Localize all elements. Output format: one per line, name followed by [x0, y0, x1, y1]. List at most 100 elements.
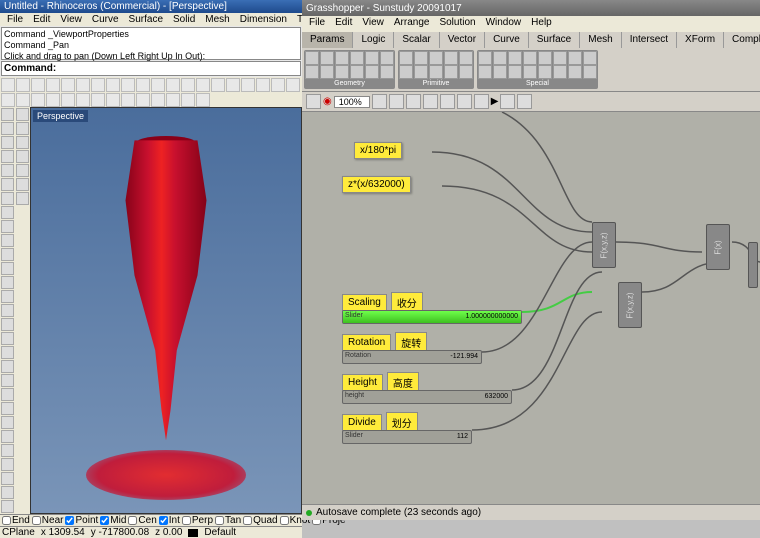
ribbon-button[interactable] [350, 65, 364, 79]
tool-button[interactable] [1, 458, 14, 471]
ribbon-button[interactable] [444, 51, 458, 65]
ribbon-button[interactable] [583, 51, 597, 65]
tool-button[interactable] [1, 108, 14, 121]
ribbon-button[interactable] [335, 51, 349, 65]
gh-menu-solution[interactable]: Solution [434, 16, 480, 32]
tool-button[interactable] [1, 500, 14, 513]
gh-menu-view[interactable]: View [357, 16, 389, 32]
toolbar-button[interactable] [91, 78, 105, 92]
gh-toolbar-button[interactable] [517, 94, 532, 109]
compass-icon[interactable]: ◉ [323, 96, 332, 107]
toolbar-button[interactable] [76, 93, 90, 107]
ribbon-button[interactable] [414, 51, 428, 65]
ribbon-button[interactable] [305, 65, 319, 79]
gh-titlebar[interactable]: Grasshopper - Sunstudy 20091017 [302, 0, 760, 16]
tab-params[interactable]: Params [302, 32, 353, 48]
tool-button[interactable] [16, 164, 29, 177]
toolbar-button[interactable] [106, 93, 120, 107]
menu-file[interactable]: File [2, 13, 28, 26]
osnap-near[interactable]: Near [32, 515, 64, 526]
play-icon[interactable]: ▶ [491, 96, 499, 107]
ribbon-button[interactable] [583, 65, 597, 79]
tool-button[interactable] [1, 136, 14, 149]
toolbar-button[interactable] [106, 78, 120, 92]
ribbon-button[interactable] [365, 51, 379, 65]
gh-menu-window[interactable]: Window [481, 16, 527, 32]
slider-height-track[interactable]: height 632000 [342, 390, 512, 404]
gh-toolbar-button[interactable] [389, 94, 404, 109]
tool-button[interactable] [1, 248, 14, 261]
menu-curve[interactable]: Curve [87, 13, 124, 26]
toolbar-button[interactable] [181, 78, 195, 92]
toolbar-button[interactable] [16, 93, 30, 107]
ribbon-button[interactable] [508, 65, 522, 79]
tab-xform[interactable]: XForm [677, 32, 724, 48]
command-input[interactable]: Command: [1, 61, 301, 76]
tab-curve[interactable]: Curve [485, 32, 529, 48]
gh-toolbar-button[interactable] [306, 94, 321, 109]
tool-button[interactable] [16, 136, 29, 149]
tool-button[interactable] [16, 178, 29, 191]
expression-panel-1[interactable]: x/180*pi [354, 142, 402, 159]
menu-mesh[interactable]: Mesh [200, 13, 234, 26]
ribbon-button[interactable] [444, 65, 458, 79]
gh-toolbar-button[interactable] [474, 94, 489, 109]
tool-button[interactable] [1, 486, 14, 499]
component-fx[interactable]: F(x) [706, 224, 730, 270]
tab-surface[interactable]: Surface [529, 32, 580, 48]
ribbon-button[interactable] [320, 51, 334, 65]
perspective-viewport[interactable]: Perspective [30, 107, 302, 514]
component-fxyz-2[interactable]: F(x,y,z) [618, 282, 642, 328]
rhino-titlebar[interactable]: Untitled - Rhinoceros (Commercial) - [Pe… [0, 0, 302, 13]
slider-rotation-track[interactable]: Rotation -121.994 [342, 350, 482, 364]
ribbon-button[interactable] [429, 65, 443, 79]
ribbon-button[interactable] [523, 65, 537, 79]
tool-button[interactable] [1, 262, 14, 275]
component-fxyz-1[interactable]: F(x,y,z) [592, 222, 616, 268]
ribbon-button[interactable] [429, 51, 443, 65]
toolbar-button[interactable] [151, 78, 165, 92]
ribbon-button[interactable] [478, 65, 492, 79]
ribbon-button[interactable] [365, 65, 379, 79]
gh-toolbar-button[interactable] [457, 94, 472, 109]
ribbon-button[interactable] [380, 65, 394, 79]
slider-scaling-track[interactable]: Slider 1.000000000000 [342, 310, 522, 324]
tool-button[interactable] [1, 430, 14, 443]
ribbon-button[interactable] [335, 65, 349, 79]
toolbar-button[interactable] [1, 78, 15, 92]
ribbon-button[interactable] [568, 65, 582, 79]
ribbon-button[interactable] [399, 65, 413, 79]
tool-button[interactable] [1, 346, 14, 359]
tool-button[interactable] [1, 192, 14, 205]
gh-menubar[interactable]: File Edit View Arrange Solution Window H… [302, 16, 760, 32]
ribbon-button[interactable] [538, 65, 552, 79]
toolbar-button[interactable] [196, 78, 210, 92]
ribbon-button[interactable] [553, 65, 567, 79]
osnap-end[interactable]: End [2, 515, 30, 526]
toolbar-button[interactable] [181, 93, 195, 107]
menu-solid[interactable]: Solid [168, 13, 200, 26]
tool-button[interactable] [1, 402, 14, 415]
ribbon-button[interactable] [538, 51, 552, 65]
tab-vector[interactable]: Vector [440, 32, 485, 48]
tool-button[interactable] [1, 122, 14, 135]
gh-toolbar-button[interactable] [372, 94, 387, 109]
toolbar-button[interactable] [241, 78, 255, 92]
menu-edit[interactable]: Edit [28, 13, 55, 26]
ribbon-button[interactable] [493, 65, 507, 79]
tool-button[interactable] [1, 472, 14, 485]
toolbar-button[interactable] [76, 78, 90, 92]
ribbon-button[interactable] [380, 51, 394, 65]
tool-button[interactable] [16, 192, 29, 205]
tool-button[interactable] [1, 150, 14, 163]
tool-button[interactable] [1, 332, 14, 345]
tool-button[interactable] [1, 444, 14, 457]
tool-button[interactable] [1, 360, 14, 373]
toolbar-button[interactable] [226, 78, 240, 92]
tool-button[interactable] [1, 318, 14, 331]
ribbon-button[interactable] [508, 51, 522, 65]
toolbar-button[interactable] [46, 93, 60, 107]
toolbar-button[interactable] [31, 78, 45, 92]
gh-menu-edit[interactable]: Edit [330, 16, 357, 32]
toolbar-button[interactable] [136, 78, 150, 92]
